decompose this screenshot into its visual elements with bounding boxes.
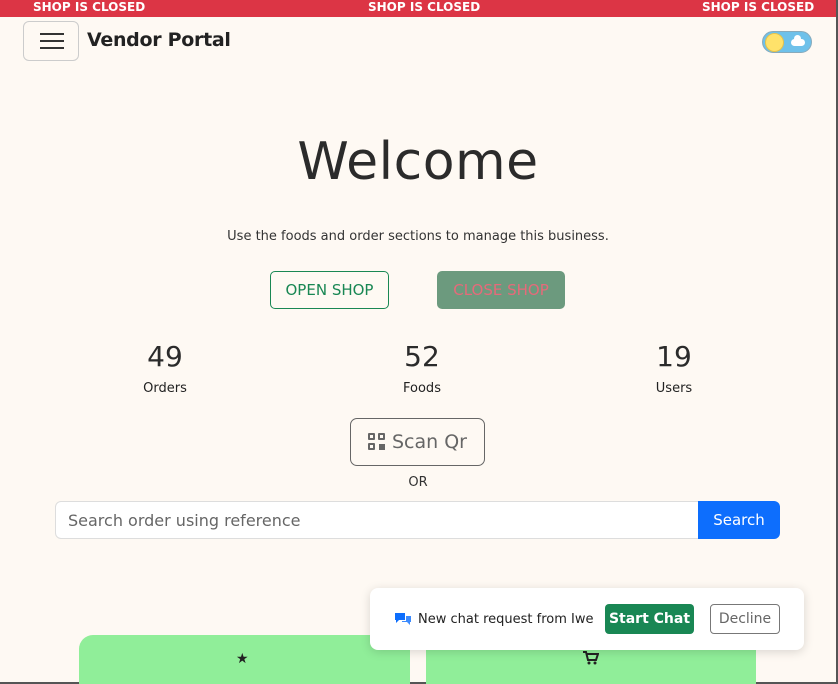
navbar: Vendor Portal <box>0 17 836 65</box>
card-favorites[interactable]: ★ <box>79 635 410 684</box>
start-chat-button[interactable]: Start Chat <box>605 604 694 634</box>
decline-chat-button[interactable]: Decline <box>710 604 780 634</box>
chat-bubbles-icon <box>394 611 412 625</box>
banner-text: SHOP IS CLOSED <box>702 0 815 14</box>
theme-toggle-switch[interactable] <box>762 31 812 53</box>
cart-icon <box>583 651 600 669</box>
shop-closed-banner: SHOP IS CLOSED SHOP IS CLOSED SHOP IS CL… <box>0 0 836 17</box>
scan-qr-label: Scan Qr <box>392 431 467 453</box>
stat-value: 19 <box>656 340 692 373</box>
page-title: Welcome <box>297 132 539 192</box>
banner-text: SHOP IS CLOSED <box>368 0 481 14</box>
stat-users: 19 Users <box>614 340 734 396</box>
stat-label: Foods <box>403 381 441 396</box>
close-shop-button[interactable]: CLOSE SHOP <box>437 271 565 309</box>
sun-icon <box>765 33 784 52</box>
stat-orders: 49 Orders <box>105 340 225 396</box>
order-search-input[interactable] <box>55 501 699 539</box>
brand-title[interactable]: Vendor Portal <box>87 29 231 51</box>
chat-request-toast: New chat request from Iwe Start Chat Dec… <box>370 588 804 650</box>
chat-request-message: New chat request from Iwe <box>418 612 594 627</box>
stat-label: Users <box>655 381 693 396</box>
open-shop-button[interactable]: OPEN SHOP <box>270 271 389 309</box>
or-divider: OR <box>408 475 428 490</box>
stat-label: Orders <box>143 381 187 396</box>
qr-code-icon <box>368 433 386 451</box>
stat-foods: 52 Foods <box>362 340 482 396</box>
scan-qr-button[interactable]: Scan Qr <box>350 418 485 466</box>
star-icon: ★ <box>236 651 249 667</box>
cloud-icon <box>791 35 805 46</box>
stat-value: 49 <box>147 340 183 373</box>
search-button[interactable]: Search <box>698 501 780 539</box>
stat-value: 52 <box>404 340 440 373</box>
page-subtitle: Use the foods and order sections to mana… <box>227 229 609 244</box>
banner-text: SHOP IS CLOSED <box>33 0 146 14</box>
menu-toggle-button[interactable] <box>23 21 79 61</box>
